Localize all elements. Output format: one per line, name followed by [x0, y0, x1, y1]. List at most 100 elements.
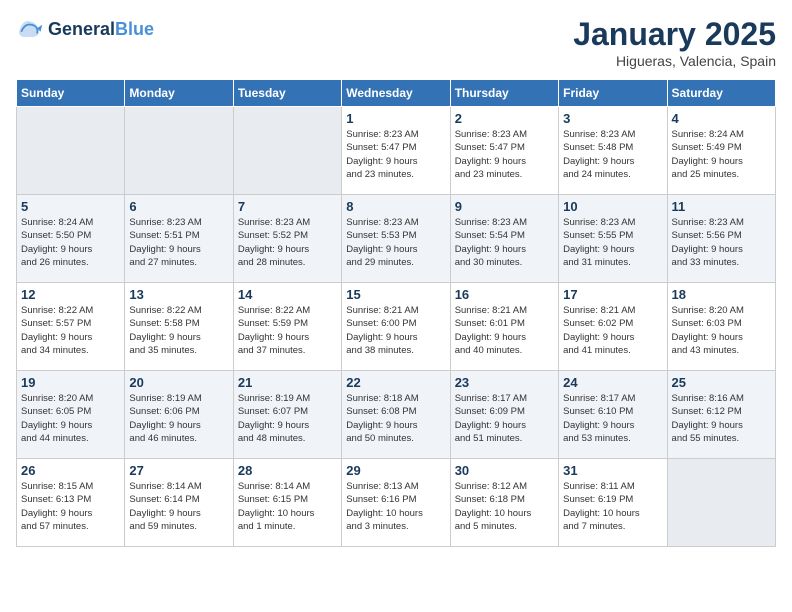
day-number: 10	[563, 199, 662, 214]
day-number: 1	[346, 111, 445, 126]
day-number: 11	[672, 199, 771, 214]
calendar-cell: 20Sunrise: 8:19 AM Sunset: 6:06 PM Dayli…	[125, 371, 233, 459]
day-info: Sunrise: 8:11 AM Sunset: 6:19 PM Dayligh…	[563, 480, 662, 533]
calendar-cell	[17, 107, 125, 195]
day-number: 24	[563, 375, 662, 390]
day-info: Sunrise: 8:22 AM Sunset: 5:57 PM Dayligh…	[21, 304, 120, 357]
calendar-cell: 14 Sunrise: 8:22 AM Sunset: 5:59 PM Dayli…	[233, 283, 341, 371]
calendar-cell: 2 Sunrise: 8:23 AM Sunset: 5:47 PM Daylig…	[450, 107, 558, 195]
calendar-cell: 28 Sunrise: 8:14 AM Sunset: 6:15 PM Dayli…	[233, 459, 341, 547]
day-info: Sunrise: 8:24 AM Sunset: 5:50 PM Dayligh…	[21, 216, 120, 269]
day-info: Sunrise: 8:23 AM Sunset: 5:53 PM Dayligh…	[346, 216, 445, 269]
header-day-monday: Monday	[125, 80, 233, 107]
day-info: Sunrise: 8:23 AM Sunset: 5:55 PM Dayligh…	[563, 216, 662, 269]
day-number: 15	[346, 287, 445, 302]
day-number: 8	[346, 199, 445, 214]
header: GeneralBlue January 2025 Higueras, Valen…	[16, 16, 776, 69]
calendar-cell	[233, 107, 341, 195]
day-number: 25	[672, 375, 771, 390]
calendar-cell: 25 Sunrise: 8:16 AM Sunset: 6:12 PM Dayli…	[667, 371, 775, 459]
day-info: Sunrise: 8:24 AM Sunset: 5:49 PM Dayligh…	[672, 128, 771, 181]
calendar-week-row: 5 Sunrise: 8:24 AM Sunset: 5:50 PM Daylig…	[17, 195, 776, 283]
calendar-cell: 9Sunrise: 8:23 AM Sunset: 5:54 PM Daylig…	[450, 195, 558, 283]
calendar-week-row: 26Sunrise: 8:15 AM Sunset: 6:13 PM Dayli…	[17, 459, 776, 547]
header-day-tuesday: Tuesday	[233, 80, 341, 107]
day-info: Sunrise: 8:12 AM Sunset: 6:18 PM Dayligh…	[455, 480, 554, 533]
day-info: Sunrise: 8:20 AM Sunset: 6:05 PM Dayligh…	[21, 392, 120, 445]
day-info: Sunrise: 8:19 AM Sunset: 6:07 PM Dayligh…	[238, 392, 337, 445]
header-day-saturday: Saturday	[667, 80, 775, 107]
day-info: Sunrise: 8:23 AM Sunset: 5:54 PM Dayligh…	[455, 216, 554, 269]
calendar-cell: 16 Sunrise: 8:21 AM Sunset: 6:01 PM Dayli…	[450, 283, 558, 371]
day-info: Sunrise: 8:23 AM Sunset: 5:47 PM Dayligh…	[346, 128, 445, 181]
day-info: Sunrise: 8:22 AM Sunset: 5:59 PM Dayligh…	[238, 304, 337, 357]
calendar-week-row: 1 Sunrise: 8:23 AM Sunset: 5:47 PM Daylig…	[17, 107, 776, 195]
day-info: Sunrise: 8:17 AM Sunset: 6:10 PM Dayligh…	[563, 392, 662, 445]
day-number: 17	[563, 287, 662, 302]
day-info: Sunrise: 8:23 AM Sunset: 5:47 PM Dayligh…	[455, 128, 554, 181]
day-number: 26	[21, 463, 120, 478]
calendar-cell: 12Sunrise: 8:22 AM Sunset: 5:57 PM Dayli…	[17, 283, 125, 371]
calendar-cell: 15 Sunrise: 8:21 AM Sunset: 6:00 PM Dayli…	[342, 283, 450, 371]
day-number: 27	[129, 463, 228, 478]
day-number: 5	[21, 199, 120, 214]
calendar-cell: 29 Sunrise: 8:13 AM Sunset: 6:16 PM Dayli…	[342, 459, 450, 547]
header-day-wednesday: Wednesday	[342, 80, 450, 107]
day-info: Sunrise: 8:23 AM Sunset: 5:52 PM Dayligh…	[238, 216, 337, 269]
calendar-title: January 2025	[573, 16, 776, 53]
calendar-table: SundayMondayTuesdayWednesdayThursdayFrid…	[16, 79, 776, 547]
day-number: 28	[238, 463, 337, 478]
calendar-cell: 13Sunrise: 8:22 AM Sunset: 5:58 PM Dayli…	[125, 283, 233, 371]
day-number: 6	[129, 199, 228, 214]
day-number: 21	[238, 375, 337, 390]
header-day-friday: Friday	[559, 80, 667, 107]
calendar-header-row: SundayMondayTuesdayWednesdayThursdayFrid…	[17, 80, 776, 107]
calendar-cell: 18 Sunrise: 8:20 AM Sunset: 6:03 PM Dayli…	[667, 283, 775, 371]
calendar-cell: 10 Sunrise: 8:23 AM Sunset: 5:55 PM Dayli…	[559, 195, 667, 283]
day-number: 7	[238, 199, 337, 214]
day-info: Sunrise: 8:21 AM Sunset: 6:01 PM Dayligh…	[455, 304, 554, 357]
header-day-thursday: Thursday	[450, 80, 558, 107]
calendar-cell: 3Sunrise: 8:23 AM Sunset: 5:48 PM Daylig…	[559, 107, 667, 195]
day-number: 31	[563, 463, 662, 478]
logo: GeneralBlue	[16, 16, 154, 44]
day-number: 13	[129, 287, 228, 302]
calendar-cell: 27 Sunrise: 8:14 AM Sunset: 6:14 PM Dayli…	[125, 459, 233, 547]
calendar-cell: 23Sunrise: 8:17 AM Sunset: 6:09 PM Dayli…	[450, 371, 558, 459]
calendar-subtitle: Higueras, Valencia, Spain	[573, 53, 776, 69]
calendar-cell: 21 Sunrise: 8:19 AM Sunset: 6:07 PM Dayli…	[233, 371, 341, 459]
day-number: 2	[455, 111, 554, 126]
calendar-cell: 17 Sunrise: 8:21 AM Sunset: 6:02 PM Dayli…	[559, 283, 667, 371]
day-info: Sunrise: 8:13 AM Sunset: 6:16 PM Dayligh…	[346, 480, 445, 533]
logo-icon	[16, 16, 44, 44]
day-info: Sunrise: 8:21 AM Sunset: 6:02 PM Dayligh…	[563, 304, 662, 357]
day-info: Sunrise: 8:23 AM Sunset: 5:56 PM Dayligh…	[672, 216, 771, 269]
calendar-cell: 6 Sunrise: 8:23 AM Sunset: 5:51 PM Daylig…	[125, 195, 233, 283]
day-info: Sunrise: 8:18 AM Sunset: 6:08 PM Dayligh…	[346, 392, 445, 445]
day-info: Sunrise: 8:16 AM Sunset: 6:12 PM Dayligh…	[672, 392, 771, 445]
day-number: 14	[238, 287, 337, 302]
day-number: 19	[21, 375, 120, 390]
calendar-cell: 30 Sunrise: 8:12 AM Sunset: 6:18 PM Dayli…	[450, 459, 558, 547]
header-day-sunday: Sunday	[17, 80, 125, 107]
day-info: Sunrise: 8:23 AM Sunset: 5:51 PM Dayligh…	[129, 216, 228, 269]
day-number: 3	[563, 111, 662, 126]
title-area: January 2025 Higueras, Valencia, Spain	[573, 16, 776, 69]
day-info: Sunrise: 8:14 AM Sunset: 6:15 PM Dayligh…	[238, 480, 337, 533]
day-number: 18	[672, 287, 771, 302]
day-info: Sunrise: 8:14 AM Sunset: 6:14 PM Dayligh…	[129, 480, 228, 533]
day-number: 16	[455, 287, 554, 302]
day-number: 29	[346, 463, 445, 478]
day-info: Sunrise: 8:20 AM Sunset: 6:03 PM Dayligh…	[672, 304, 771, 357]
calendar-cell: 11 Sunrise: 8:23 AM Sunset: 5:56 PM Dayli…	[667, 195, 775, 283]
logo-text: GeneralBlue	[48, 20, 154, 40]
calendar-cell: 26Sunrise: 8:15 AM Sunset: 6:13 PM Dayli…	[17, 459, 125, 547]
calendar-cell: 8 Sunrise: 8:23 AM Sunset: 5:53 PM Daylig…	[342, 195, 450, 283]
day-info: Sunrise: 8:19 AM Sunset: 6:06 PM Dayligh…	[129, 392, 228, 445]
calendar-cell: 31 Sunrise: 8:11 AM Sunset: 6:19 PM Dayli…	[559, 459, 667, 547]
day-info: Sunrise: 8:21 AM Sunset: 6:00 PM Dayligh…	[346, 304, 445, 357]
day-number: 30	[455, 463, 554, 478]
calendar-week-row: 19 Sunrise: 8:20 AM Sunset: 6:05 PM Dayli…	[17, 371, 776, 459]
day-number: 22	[346, 375, 445, 390]
calendar-cell: 24 Sunrise: 8:17 AM Sunset: 6:10 PM Dayli…	[559, 371, 667, 459]
